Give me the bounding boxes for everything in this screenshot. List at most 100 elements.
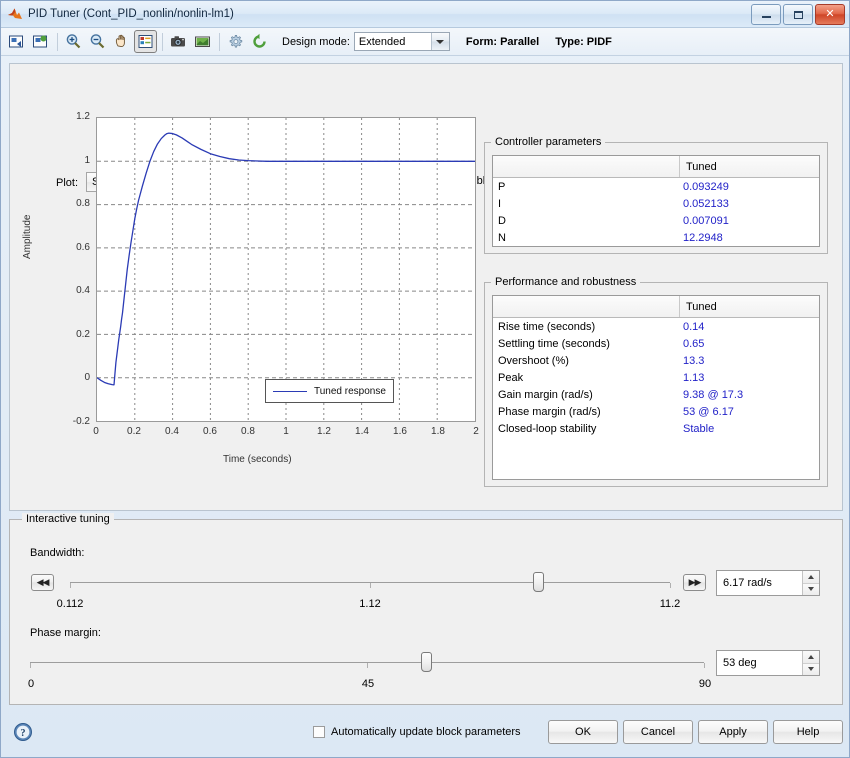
row-tuned-value: Stable: [683, 422, 715, 435]
x-axis-label: Time (seconds): [223, 454, 292, 465]
row-name: Peak: [498, 371, 524, 384]
import-plant-icon[interactable]: [5, 30, 28, 53]
row-name: Phase margin (rad/s): [498, 405, 601, 418]
maximize-button[interactable]: [783, 4, 813, 25]
auto-update-checkbox[interactable]: Automatically update block parameters: [313, 726, 521, 738]
y-tick-label: 0: [84, 372, 90, 384]
column-header-name: [493, 156, 680, 177]
chart-plot-area: [96, 117, 476, 422]
bandwidth-slider-thumb[interactable]: [532, 572, 544, 592]
help-icon[interactable]: ?: [13, 722, 33, 745]
row-name: Overshoot (%): [498, 354, 569, 367]
spinner-down-icon[interactable]: [803, 663, 819, 675]
plot-icon[interactable]: [191, 30, 214, 53]
options-icon[interactable]: [224, 30, 247, 53]
show-parameters-icon[interactable]: [134, 30, 157, 53]
table-row[interactable]: D 0.007091: [493, 212, 819, 229]
controller-parameters-table: Tuned P 0.093249 I 0.052133 D 0.007091 N 12.294…: [492, 155, 820, 247]
y-tick-label: 0.6: [76, 241, 90, 253]
reset-icon[interactable]: [248, 30, 271, 53]
toolbar-separator: [162, 32, 163, 51]
x-tick-label: 0: [93, 426, 99, 437]
row-name: Gain margin (rad/s): [498, 388, 593, 401]
row-tuned-value: 0.14: [683, 320, 705, 333]
phase-margin-value-field[interactable]: 53 deg: [716, 650, 820, 676]
bandwidth-value: 6.17 rad/s: [723, 577, 772, 589]
column-header-name: [493, 296, 680, 317]
row-tuned-value: 0.052133: [683, 197, 729, 210]
bandwidth-increase-button[interactable]: ▶▶: [683, 574, 706, 591]
bandwidth-mid-label: 1.12: [359, 598, 381, 610]
bandwidth-label: Bandwidth:: [30, 547, 85, 559]
row-name: P: [498, 180, 506, 193]
bandwidth-max-label: 11.2: [659, 598, 681, 610]
pid-tuner-window: PID Tuner (Cont_PID_nonlin/nonlin-lm1) ✕: [0, 0, 850, 758]
window-title: PID Tuner (Cont_PID_nonlin/nonlin-lm1): [28, 8, 234, 20]
table-header-row: Tuned: [493, 296, 819, 318]
spinner-down-icon[interactable]: [803, 583, 819, 595]
help-button[interactable]: Help: [773, 720, 843, 744]
export-plant-icon[interactable]: [29, 30, 52, 53]
row-tuned-value: 13.3: [683, 354, 705, 367]
phase-margin-tick-min: [30, 663, 31, 668]
x-tick-label: 1.6: [393, 426, 407, 437]
y-tick-label: 0.8: [76, 198, 90, 210]
y-axis-label: Amplitude: [22, 214, 33, 259]
spinner-up-icon[interactable]: [803, 571, 819, 584]
spinner-up-icon[interactable]: [803, 651, 819, 664]
bandwidth-spinner[interactable]: [802, 571, 819, 595]
close-button[interactable]: ✕: [815, 4, 845, 25]
phase-margin-mid-label: 45: [361, 678, 375, 690]
x-tick-label: 0.6: [203, 426, 217, 437]
row-tuned-value: 0.65: [683, 337, 705, 350]
minimize-button[interactable]: [751, 4, 781, 25]
column-header-tuned: Tuned: [686, 160, 717, 173]
phase-margin-slider-thumb[interactable]: [421, 652, 433, 672]
table-row[interactable]: Gain margin (rad/s) 9.38 @ 17.3: [493, 386, 819, 403]
controller-parameters-group: Controller parameters Tuned P 0.093249 I 0.…: [484, 136, 828, 254]
bandwidth-min-label: 0.112: [56, 598, 84, 610]
interactive-tuning-caption: Interactive tuning: [22, 513, 114, 525]
table-row[interactable]: P 0.093249: [493, 178, 819, 195]
phase-margin-tick-mid: [367, 663, 368, 668]
table-row[interactable]: Settling time (seconds) 0.65: [493, 335, 819, 352]
bandwidth-value-field[interactable]: 6.17 rad/s: [716, 570, 820, 596]
phase-margin-max-label: 90: [698, 678, 712, 690]
table-row[interactable]: Overshoot (%) 13.3: [493, 352, 819, 369]
design-mode-label: Design mode:: [282, 35, 350, 48]
bandwidth-tick-min: [70, 583, 71, 588]
toolbar: Design mode: Extended Form: Parallel Typ…: [1, 28, 849, 56]
phase-margin-min-label: 0: [27, 678, 35, 690]
phase-margin-value: 53 deg: [723, 657, 757, 669]
row-name: Settling time (seconds): [498, 337, 610, 350]
pan-icon[interactable]: [110, 30, 133, 53]
step-response-chart: Amplitude Time (seconds) -0.2 0 0.2 0.4 0.6 0…: [22, 109, 479, 494]
x-tick-label: 1.8: [431, 426, 445, 437]
table-row[interactable]: Closed-loop stability Stable: [493, 420, 819, 437]
y-tick-label: 1.2: [76, 111, 90, 122]
ok-button[interactable]: OK: [548, 720, 618, 744]
y-tick-label: 0.2: [76, 328, 90, 340]
bandwidth-decrease-button[interactable]: ◀◀: [31, 574, 54, 591]
zoom-in-icon[interactable]: [62, 30, 85, 53]
row-name: N: [498, 231, 506, 244]
x-tick-label: 0.2: [127, 426, 141, 437]
table-row[interactable]: N 12.2948: [493, 229, 819, 246]
checkbox-box: [313, 726, 325, 738]
table-row[interactable]: Phase margin (rad/s) 53 @ 6.17: [493, 403, 819, 420]
table-row[interactable]: I 0.052133: [493, 195, 819, 212]
table-row[interactable]: Peak 1.13: [493, 369, 819, 386]
auto-update-label: Automatically update block parameters: [331, 726, 521, 738]
design-mode-dropdown[interactable]: Extended: [353, 32, 450, 51]
snapshot-icon[interactable]: [167, 30, 190, 53]
cancel-button[interactable]: Cancel: [623, 720, 693, 744]
x-tick-label: 1.4: [355, 426, 369, 437]
phase-margin-spinner[interactable]: [802, 651, 819, 675]
chevron-down-icon: [430, 33, 449, 50]
row-tuned-value: 1.13: [683, 371, 705, 384]
column-header-tuned: Tuned: [686, 300, 717, 313]
bandwidth-tick-max: [670, 583, 671, 588]
zoom-out-icon[interactable]: [86, 30, 109, 53]
table-row[interactable]: Rise time (seconds) 0.14: [493, 318, 819, 335]
apply-button[interactable]: Apply: [698, 720, 768, 744]
